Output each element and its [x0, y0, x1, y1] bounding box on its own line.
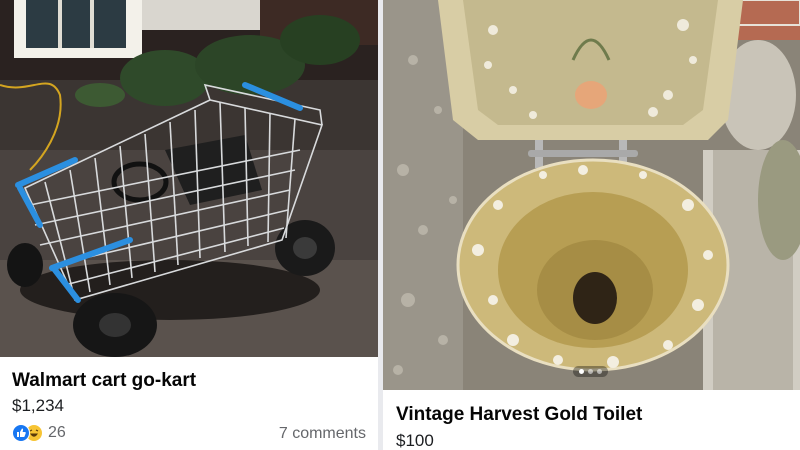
carousel-dot-active[interactable] [579, 369, 584, 374]
carousel-dot[interactable] [588, 369, 593, 374]
listing-photo-toilet[interactable] [383, 0, 800, 390]
listing-price: $1,234 [12, 396, 64, 415]
listing-card-toilet[interactable]: Vintage Harvest Gold Toilet $100 [383, 0, 800, 450]
listing-photo-gokart[interactable] [0, 0, 378, 357]
carousel-dot[interactable] [597, 369, 602, 374]
comments-link[interactable]: 7 comments [279, 425, 366, 443]
reaction-count: 26 [48, 424, 66, 441]
listing-card-gokart[interactable]: Walmart cart go-kart $1,234 26 7 comment… [0, 0, 378, 450]
listing-title[interactable]: Walmart cart go-kart [12, 370, 196, 392]
reactions-summary[interactable]: 26 [12, 424, 66, 442]
like-icon [12, 424, 30, 442]
photo-carousel-dots[interactable] [573, 366, 608, 377]
listing-title[interactable]: Vintage Harvest Gold Toilet [396, 404, 642, 426]
listing-price: $100 [396, 431, 434, 450]
